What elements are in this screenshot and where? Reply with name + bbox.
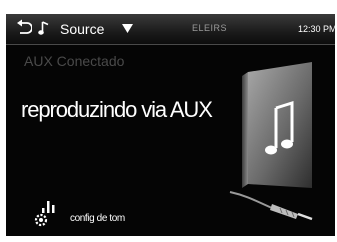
back-icon[interactable] xyxy=(16,19,32,37)
chevron-down-icon[interactable] xyxy=(122,24,133,33)
top-bar: Source ELEIRS 12:30 PM xyxy=(6,14,335,45)
station-name: ELEIRS xyxy=(192,23,228,33)
tone-settings-button[interactable]: config de tom xyxy=(70,213,125,224)
source-title: AUX Conectado xyxy=(24,53,125,69)
tone-settings-icon[interactable] xyxy=(34,199,60,227)
aux-cable-icon xyxy=(229,191,313,221)
clock: 12:30 PM xyxy=(298,24,335,34)
infotainment-screen: Source ELEIRS 12:30 PM AUX Conectado rep… xyxy=(6,14,335,236)
source-button[interactable]: Source xyxy=(60,21,104,37)
album-art xyxy=(242,62,312,188)
playback-status: reproduzindo via AUX xyxy=(21,97,213,122)
music-note-icon xyxy=(38,21,49,35)
